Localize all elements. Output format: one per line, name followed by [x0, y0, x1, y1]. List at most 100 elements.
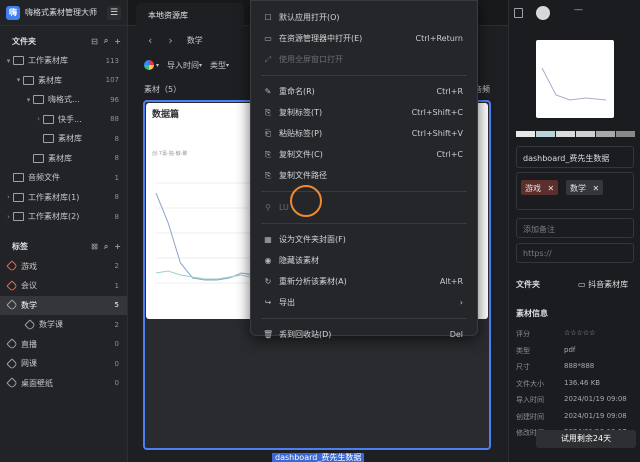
color-swatch[interactable]: [556, 131, 575, 137]
color-filter-icon[interactable]: [144, 60, 154, 70]
tag-item[interactable]: 数学 5: [0, 295, 127, 315]
panel-toggle-icon[interactable]: [514, 8, 523, 18]
folder-link[interactable]: ▭ 抖音素材库: [578, 279, 628, 290]
menu-item-icon: ⚲: [265, 203, 271, 212]
tag-label: 数学课: [39, 320, 63, 330]
info-row: 文件大小 136.46 KB: [516, 379, 634, 389]
folder-count: 113: [105, 56, 119, 65]
menu-item[interactable]: ⎘ 复制文件路径: [251, 165, 477, 186]
search-icon[interactable]: ⌕: [104, 242, 108, 252]
folder-item[interactable]: ▾ 素材库 107: [0, 71, 127, 91]
avatar[interactable]: [536, 6, 550, 20]
menu-item[interactable]: ↻ 重新分析该素材(A) Alt+R: [251, 271, 477, 292]
close-icon[interactable]: ✕: [593, 184, 600, 193]
type-filter[interactable]: 类型: [210, 60, 226, 71]
menu-item[interactable]: ◉ 隐藏该素材: [251, 250, 477, 271]
forward-button[interactable]: ›: [168, 34, 172, 47]
color-swatch[interactable]: [536, 131, 555, 137]
close-icon[interactable]: ✕: [548, 184, 555, 193]
info-row: 创建时间 2024/01/19 09:08: [516, 412, 634, 422]
expand-arrow-icon[interactable]: ›: [4, 213, 13, 221]
color-swatch[interactable]: [576, 131, 595, 137]
menu-item[interactable]: ↪ 导出 ›: [251, 292, 477, 313]
menu-item[interactable]: ⎘ 复制标签(T) Ctrl+Shift+C: [251, 102, 477, 123]
menu-item-label: 隐藏该素材: [279, 256, 319, 265]
tag-item[interactable]: 网课 0: [0, 354, 127, 374]
info-key: 类型: [516, 346, 530, 355]
menu-item[interactable]: ▭ 在资源管理器中打开(E) Ctrl+Return: [251, 28, 477, 49]
tag-icon: [6, 377, 18, 389]
tab-local-library[interactable]: 本地资源库: [136, 3, 244, 26]
folder-item[interactable]: › 工作素材库(2) 8: [0, 207, 127, 227]
menu-item-icon: ▦: [264, 235, 272, 244]
menu-item-shortcut: ›: [459, 298, 463, 307]
url-input[interactable]: https://: [516, 243, 634, 263]
info-key: 创建时间: [516, 412, 544, 421]
menu-item[interactable]: ▦ 设为文件夹封面(F): [251, 229, 477, 250]
folder-item[interactable]: 素材库 8: [0, 129, 127, 149]
tag-item[interactable]: 直播 0: [0, 335, 127, 355]
folder-count: 96: [110, 95, 119, 104]
folder-item[interactable]: 素材库 8: [0, 149, 127, 169]
menu-item-label: 默认应用打开(O): [279, 13, 340, 22]
chevron-down-icon: ▾: [156, 61, 160, 69]
info-value: 888*888: [564, 362, 595, 370]
folder-count: 107: [105, 76, 119, 85]
trial-button[interactable]: 试用剩余24天: [536, 430, 636, 448]
import-time-filter[interactable]: 导入时间: [167, 60, 199, 71]
folder-item[interactable]: ▾ 嗨格式... 96: [0, 90, 127, 110]
expand-arrow-icon[interactable]: ▾: [4, 57, 13, 65]
note-input[interactable]: 添加备注: [516, 218, 634, 238]
tag-list: 游戏 2 会议 1 数学 5 数学课 2 直播 0 网课 0 桌面壁纸 0: [0, 257, 127, 394]
add-folder-icon[interactable]: +: [114, 37, 121, 46]
color-swatch[interactable]: [516, 131, 535, 137]
tag-icon: [6, 358, 18, 370]
menu-item[interactable]: ☐ 默认应用打开(O): [251, 7, 477, 28]
hamburger-menu-icon[interactable]: ☰: [107, 5, 121, 20]
search-icon[interactable]: ⌕: [104, 36, 108, 46]
folder-item[interactable]: › 快手... 88: [0, 110, 127, 130]
tag-item[interactable]: 桌面壁纸 0: [0, 374, 127, 394]
file-name-field[interactable]: dashboard_费先生数据: [516, 146, 634, 168]
asset-file-name[interactable]: dashboard_费先生数据: [272, 453, 365, 462]
add-tag-icon[interactable]: +: [114, 242, 121, 251]
folder-icon: [13, 212, 24, 222]
folder-label: 工作素材库: [28, 56, 68, 66]
expand-arrow-icon[interactable]: ›: [34, 115, 43, 123]
info-row: 评分 ☆☆☆☆☆: [516, 329, 634, 339]
color-swatch[interactable]: [616, 131, 635, 137]
folder-label: 工作素材库(1): [28, 192, 80, 202]
folder-item[interactable]: › 工作素材库(1) 8: [0, 188, 127, 208]
tag-item[interactable]: 游戏 2: [0, 257, 127, 277]
expand-arrow-icon[interactable]: ▾: [24, 96, 33, 104]
menu-item-label: 设为文件夹封面(F): [279, 235, 346, 244]
info-value: ☆☆☆☆☆: [564, 329, 596, 337]
menu-item[interactable]: ⎗ 粘贴标签(P) Ctrl+Shift+V: [251, 123, 477, 144]
tag-item[interactable]: 会议 1: [0, 276, 127, 296]
tag-item[interactable]: 数学课 2: [0, 315, 127, 335]
preview-thumbnail[interactable]: [536, 40, 614, 118]
collapse-icon[interactable]: ⊟: [91, 37, 98, 46]
menu-item[interactable]: 🗑 丢到回收站(D) Del: [251, 324, 477, 345]
menu-item[interactable]: ⎘ 复制文件(C) Ctrl+C: [251, 144, 477, 165]
folder-label: 素材库: [48, 153, 72, 163]
expand-arrow-icon[interactable]: ›: [4, 193, 13, 201]
minimize-icon[interactable]: —: [574, 5, 583, 15]
menu-item-shortcut: Ctrl+Shift+C: [411, 108, 463, 117]
folder-value: 抖音素材库: [588, 280, 629, 289]
color-swatch[interactable]: [596, 131, 615, 137]
menu-item-icon: ⎘: [264, 170, 272, 180]
tag-icon: [6, 280, 18, 292]
breadcrumb: 数学: [186, 35, 203, 45]
sidebar: 嗨 嗨格式素材管理大师 ☰ 文件夹 ⊟ ⌕ + ▾ 工作素材库 113 ▾ 素材库 107…: [0, 0, 128, 462]
info-value: 136.46 KB: [564, 378, 601, 387]
tag-icon: [6, 338, 18, 350]
folders-title: 文件夹: [12, 36, 36, 46]
back-button[interactable]: ‹: [148, 34, 152, 47]
menu-item[interactable]: ✎ 重命名(R) Ctrl+R: [251, 81, 477, 102]
tag-manage-icon[interactable]: ⊠: [91, 242, 98, 251]
folder-icon: [13, 56, 24, 66]
expand-arrow-icon[interactable]: ▾: [14, 76, 23, 84]
folder-item[interactable]: ▾ 工作素材库 113: [0, 51, 127, 71]
folder-item[interactable]: 音频文件 1: [0, 168, 127, 188]
